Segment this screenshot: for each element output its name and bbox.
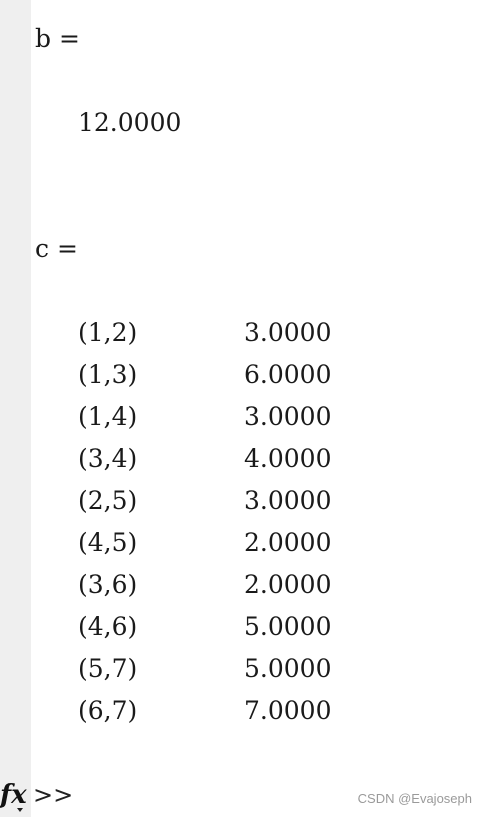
table-row-value: 4.0000 [244, 444, 332, 473]
table-row-value: 3.0000 [244, 318, 332, 347]
fx-icon[interactable]: fx [0, 778, 30, 814]
table-row-index: (1,4) [78, 402, 138, 431]
table-row-index: (3,6) [78, 570, 138, 599]
table-row-index: (2,5) [78, 486, 138, 515]
table-row-value: 5.0000 [244, 612, 332, 641]
table-row-value: 6.0000 [244, 360, 332, 389]
table-row-value: 5.0000 [244, 654, 332, 683]
watermark: CSDN @Evajoseph [357, 791, 472, 806]
table-row-index: (4,6) [78, 612, 138, 641]
var-b-label: b = [35, 24, 80, 53]
table-row-index: (3,4) [78, 444, 138, 473]
table-row-value: 3.0000 [244, 402, 332, 431]
table-row-value: 3.0000 [244, 486, 332, 515]
command-prompt[interactable]: >> [33, 780, 73, 810]
table-row-index: (1,3) [78, 360, 138, 389]
table-row-index: (4,5) [78, 528, 138, 557]
table-row-value: 2.0000 [244, 570, 332, 599]
table-row-index: (1,2) [78, 318, 138, 347]
var-c-label: c = [35, 234, 78, 263]
table-row-index: (5,7) [78, 654, 138, 683]
table-row-index: (6,7) [78, 696, 138, 725]
table-row-value: 2.0000 [244, 528, 332, 557]
left-gutter [0, 0, 31, 817]
chevron-down-icon[interactable] [17, 808, 23, 812]
var-b-value: 12.0000 [78, 108, 182, 137]
table-row-value: 7.0000 [244, 696, 332, 725]
